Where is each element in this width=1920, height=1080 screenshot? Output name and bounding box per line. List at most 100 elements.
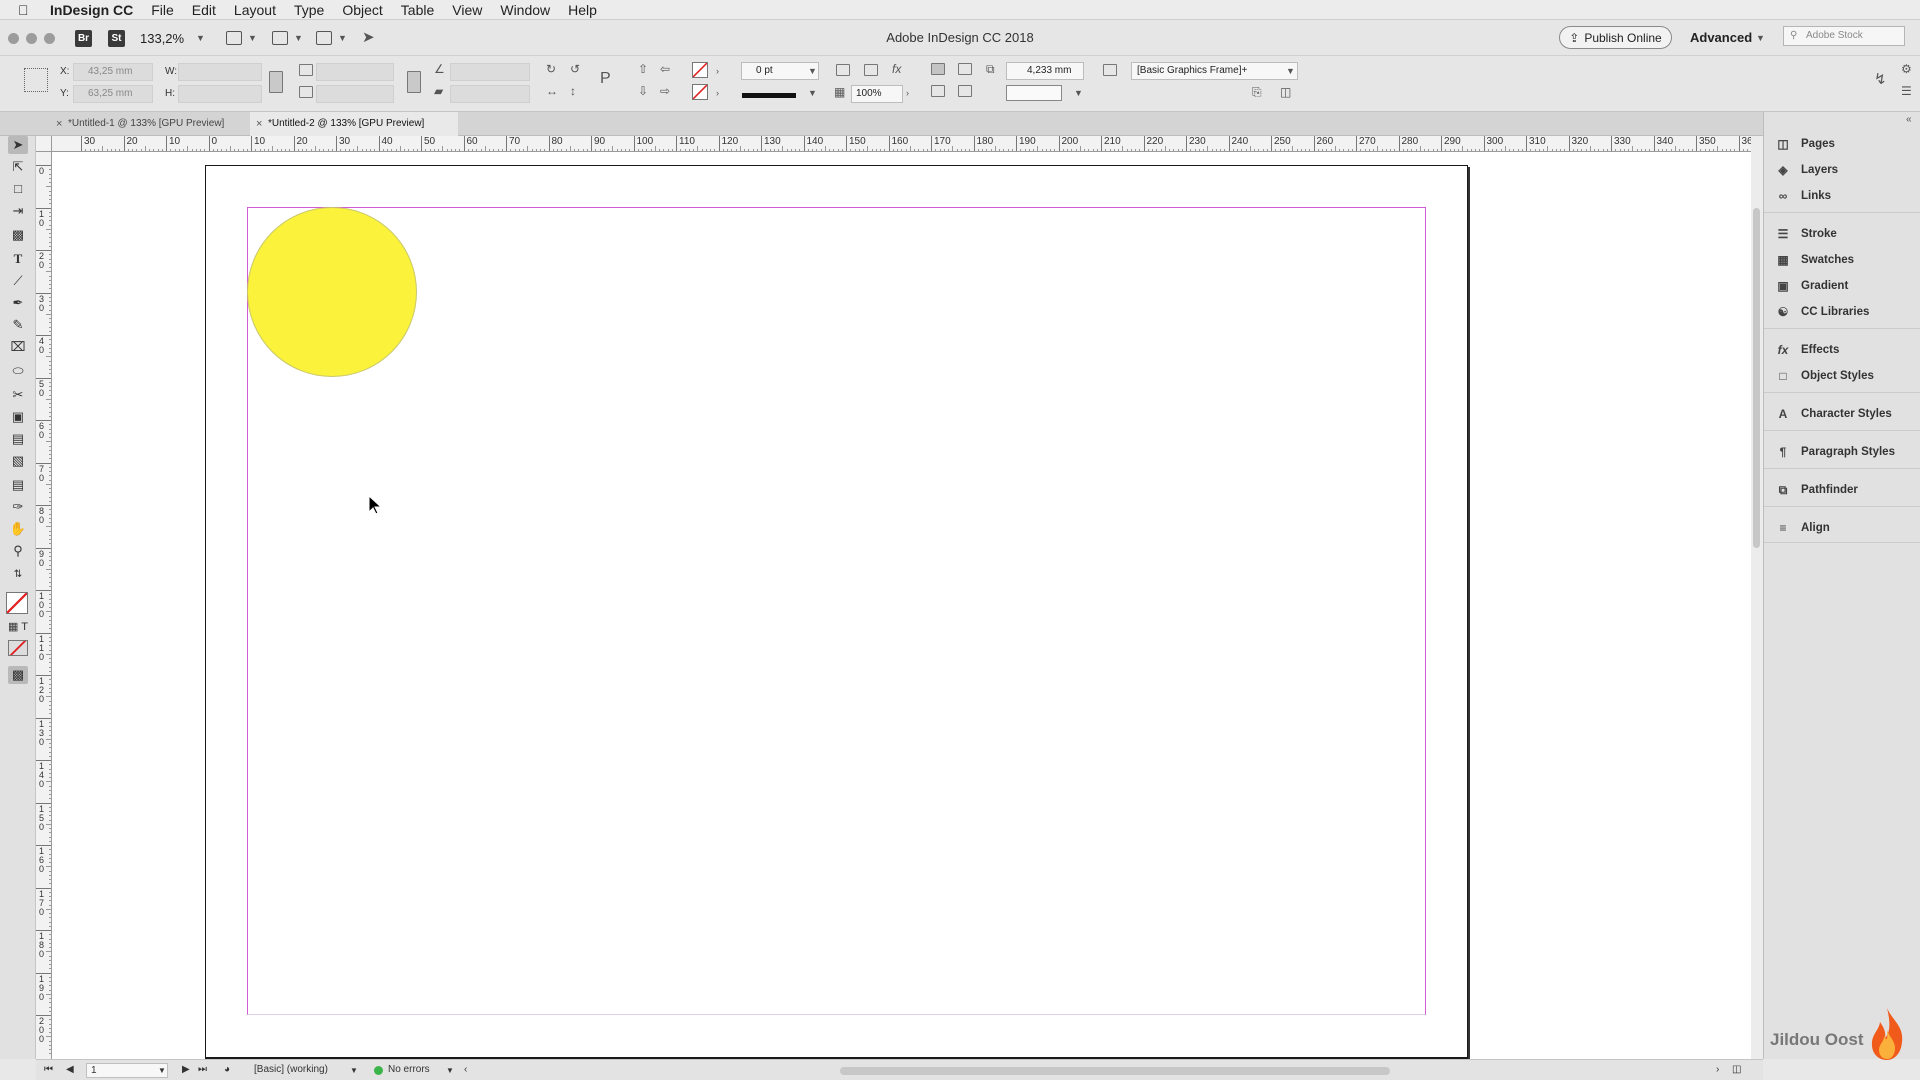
stroke-swatch-none-icon[interactable] xyxy=(692,84,708,100)
open-document-icon[interactable]: ◕ xyxy=(224,1064,230,1075)
view-options-icon[interactable] xyxy=(226,31,242,45)
type-tool-icon[interactable]: T xyxy=(8,250,28,268)
constrain-proportions-icon[interactable] xyxy=(269,71,283,93)
rotate-cw-icon[interactable]: ↻ xyxy=(546,62,556,76)
line-tool-icon[interactable]: ⟋ xyxy=(8,272,28,290)
last-page-icon[interactable]: ⏭ xyxy=(198,1064,207,1075)
previous-page-icon[interactable]: ◀ xyxy=(66,1064,74,1075)
panel-links[interactable]: ∞ Links xyxy=(1764,184,1920,208)
screen-mode-normal-icon[interactable]: ▩ xyxy=(8,666,28,684)
width-field[interactable] xyxy=(178,63,262,81)
menu-table[interactable]: Table xyxy=(401,2,434,18)
gpu-rocket-icon[interactable]: ➤ xyxy=(362,28,375,46)
gradient-swatch-tool-icon[interactable]: ▤ xyxy=(8,430,28,448)
ellipse-tool-icon[interactable]: ⬭ xyxy=(8,362,28,380)
menu-type[interactable]: Type xyxy=(294,2,324,18)
close-window-button[interactable] xyxy=(8,33,19,44)
first-page-icon[interactable]: ⏮ xyxy=(44,1064,53,1075)
bridge-button[interactable]: Br xyxy=(75,30,92,47)
reference-point-icon[interactable] xyxy=(24,68,48,92)
minimize-window-button[interactable] xyxy=(26,33,37,44)
x-position-field[interactable]: 43,25 mm xyxy=(73,63,153,81)
flip-horizontal-icon[interactable]: ↔ xyxy=(546,84,558,98)
text-wrap-shape-icon[interactable] xyxy=(931,85,945,97)
scroll-right-icon[interactable]: › xyxy=(1716,1064,1719,1075)
object-style-dropdown[interactable]: [Basic Graphics Frame]+ xyxy=(1131,62,1298,80)
height-field[interactable] xyxy=(178,85,262,103)
stroke-align-icon[interactable] xyxy=(836,64,850,76)
style-options-icon[interactable]: ◫ xyxy=(1280,85,1291,99)
fill-swatch-none-icon[interactable] xyxy=(692,62,708,78)
scale-y-field[interactable] xyxy=(316,85,394,103)
menu-object[interactable]: Object xyxy=(342,2,382,18)
adobe-stock-search-input[interactable]: ⚲ Adobe Stock xyxy=(1783,26,1905,46)
scissors-tool-icon[interactable]: ✂ xyxy=(8,386,28,404)
selection-tool-icon[interactable]: ➤ xyxy=(8,136,28,154)
panel-cc-libraries[interactable]: ☯ CC Libraries xyxy=(1764,300,1920,324)
chevron-down-icon[interactable]: ▼ xyxy=(1286,66,1295,76)
tab-untitled-1[interactable]: × *Untitled-1 @ 133% [GPU Preview] xyxy=(50,112,245,136)
zoom-level-field[interactable]: 133,2% xyxy=(140,31,184,46)
chevron-down-icon[interactable]: ▼ xyxy=(1756,33,1765,43)
drop-shadow-icon[interactable] xyxy=(864,64,878,76)
app-menu[interactable]: InDesign CC xyxy=(50,2,133,18)
chevron-down-icon[interactable]: ▼ xyxy=(338,33,347,43)
panel-pages[interactable]: ◫ Pages xyxy=(1764,132,1920,156)
select-content-icon[interactable]: ⇩ xyxy=(638,84,648,98)
gap-tool-icon[interactable]: ⇥ xyxy=(8,202,28,220)
stroke-type-dropdown-icon[interactable]: ▼ xyxy=(808,88,817,98)
y-position-field[interactable]: 63,25 mm xyxy=(73,85,153,103)
vertical-scrollbar[interactable] xyxy=(1751,136,1763,1059)
content-collector-icon[interactable]: ▩ xyxy=(8,226,28,244)
zoom-window-button[interactable] xyxy=(44,33,55,44)
select-previous-icon[interactable]: ⇦ xyxy=(660,62,670,76)
panel-menu-icon[interactable]: ☰ xyxy=(1901,84,1912,98)
select-container-icon[interactable]: ⇧ xyxy=(638,62,648,76)
horizontal-scroll-thumb[interactable] xyxy=(840,1067,1390,1075)
flip-vertical-icon[interactable]: ↕ xyxy=(570,84,576,98)
select-next-icon[interactable]: ⇨ xyxy=(660,84,670,98)
text-wrap-bounding-icon[interactable] xyxy=(958,63,972,75)
preflight-profile[interactable]: [Basic] (working) xyxy=(254,1064,328,1075)
page-number-field[interactable]: 1 xyxy=(86,1063,168,1078)
split-window-icon[interactable]: ◫ xyxy=(1732,1064,1741,1075)
quick-apply-icon[interactable]: ↯ xyxy=(1874,70,1887,88)
panel-gradient[interactable]: ▣ Gradient xyxy=(1764,274,1920,298)
collapse-panels-icon[interactable]: « xyxy=(1906,114,1912,125)
gradient-feather-tool-icon[interactable]: ▧ xyxy=(8,452,28,470)
settings-gear-icon[interactable]: ⚙ xyxy=(1901,62,1912,76)
default-fill-stroke-icon[interactable]: ⇅ xyxy=(8,566,28,584)
panel-align[interactable]: ≡ Align xyxy=(1764,516,1920,540)
profile-dropdown-icon[interactable]: ▼ xyxy=(350,1066,358,1075)
text-wrap-jump-icon[interactable] xyxy=(958,85,972,97)
ruler-origin[interactable] xyxy=(36,136,52,152)
horizontal-ruler[interactable]: 30 20 10 0 10 20 30 40 50 60 70 80 90 100 110 120 130 140… xyxy=(52,136,1751,152)
scale-x-field[interactable] xyxy=(316,63,394,81)
zoom-dropdown-icon[interactable]: ▼ xyxy=(196,33,205,43)
stroke-dropdown-icon[interactable]: › xyxy=(716,88,719,98)
eyedropper-tool-icon[interactable]: ✑ xyxy=(8,498,28,516)
close-tab-icon[interactable]: × xyxy=(256,112,262,136)
stroke-type-preview[interactable] xyxy=(742,93,796,98)
pencil-tool-icon[interactable]: ✎ xyxy=(8,316,28,334)
screen-mode-icon[interactable] xyxy=(272,31,288,45)
workspace-switcher[interactable]: Advanced xyxy=(1690,30,1752,45)
panel-paragraph-styles[interactable]: ¶ Paragraph Styles xyxy=(1764,440,1920,464)
page-dropdown-icon[interactable]: ▼ xyxy=(158,1066,166,1075)
fill-dropdown-icon[interactable]: › xyxy=(716,66,719,76)
panel-stroke[interactable]: ☰ Stroke xyxy=(1764,222,1920,246)
panel-character-styles[interactable]: A Character Styles xyxy=(1764,402,1920,426)
vertical-scroll-thumb[interactable] xyxy=(1753,208,1760,548)
apply-none-icon[interactable] xyxy=(8,640,28,656)
panel-layers[interactable]: ◈ Layers xyxy=(1764,158,1920,182)
opacity-field[interactable]: 100% xyxy=(851,85,903,103)
close-tab-icon[interactable]: × xyxy=(56,112,62,136)
publish-online-button[interactable]: ⇪ Publish Online xyxy=(1559,26,1672,49)
constrain-scale-icon[interactable] xyxy=(407,71,421,93)
fill-stroke-none-icon[interactable] xyxy=(6,592,28,614)
text-wrap-none-icon[interactable] xyxy=(931,63,945,75)
chevron-down-icon[interactable]: ▼ xyxy=(808,66,817,76)
vertical-ruler[interactable]: 0 1 0 2 0 3 0 4 0 5 0 6 0 7 0 8 0 9 0 1 0 0 1 1 0 1 … xyxy=(36,152,52,1059)
rotation-angle-field[interactable] xyxy=(450,63,530,81)
formatting-container-icon[interactable]: ▦ T xyxy=(8,618,28,636)
